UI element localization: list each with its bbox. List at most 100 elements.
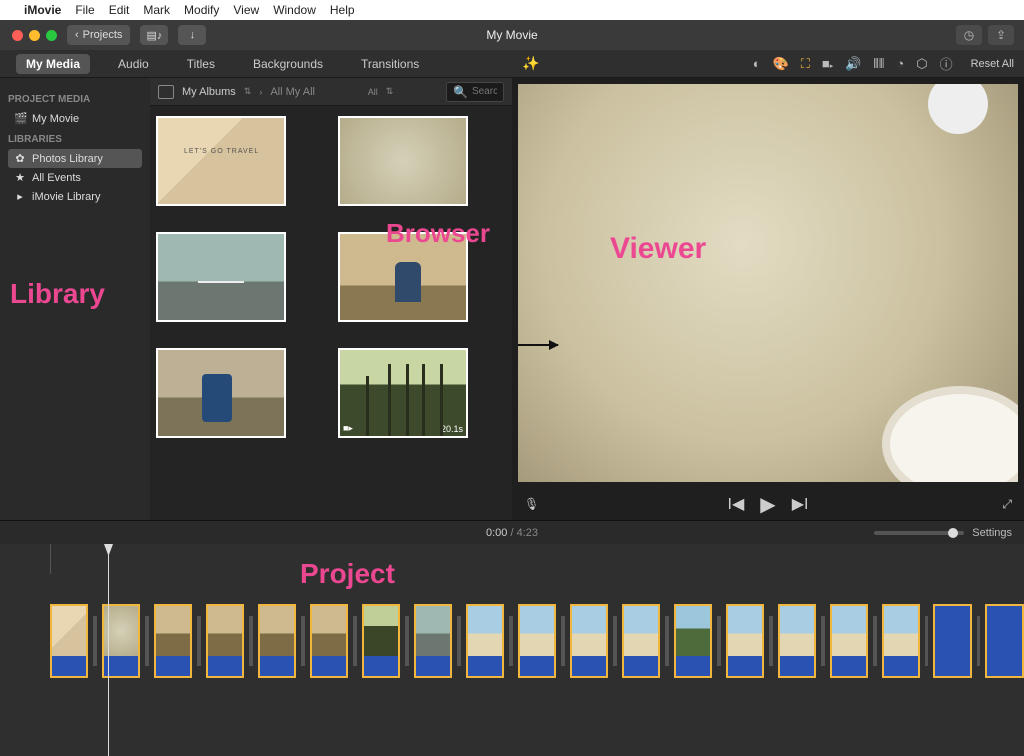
stabilize-icon[interactable]: ⬡ — [916, 56, 927, 72]
back-to-projects-button[interactable]: ‹ Projects — [67, 25, 130, 45]
timeline-clip[interactable] — [882, 604, 920, 678]
clip-gap — [509, 616, 513, 666]
playhead[interactable] — [108, 544, 109, 756]
sidebar-item-photos-library[interactable]: ✿ Photos Library — [8, 149, 142, 168]
tab-audio[interactable]: Audio — [108, 54, 159, 74]
menu-help[interactable]: Help — [330, 3, 355, 17]
browser-clip-travel-poster[interactable] — [156, 116, 286, 206]
color-wheel-icon[interactable]: 🎨 — [773, 56, 789, 72]
tab-my-media[interactable]: My Media — [16, 54, 90, 74]
menu-window[interactable]: Window — [273, 3, 316, 17]
browser-clip-map-photo[interactable] — [338, 116, 468, 206]
sidebar-item-imovie-library[interactable]: ▸ iMovie Library — [8, 187, 142, 206]
browser-clip-trees-video[interactable]: 20.1s ■▸ — [338, 348, 468, 438]
timeline[interactable]: Project — [0, 544, 1024, 756]
window-minimize-button[interactable] — [29, 30, 40, 41]
contrast-icon[interactable]: ◐ — [753, 56, 761, 71]
timeline-clip[interactable] — [50, 604, 88, 678]
theater-button[interactable]: ◷ — [956, 25, 982, 45]
menu-mark[interactable]: Mark — [143, 3, 170, 17]
browser-clip-road-photo[interactable] — [156, 232, 286, 322]
timeline-clip[interactable] — [726, 604, 764, 678]
search-field[interactable]: 🔍 — [446, 82, 504, 102]
clip-duration: 20.1s — [441, 424, 463, 434]
window-close-button[interactable] — [12, 30, 23, 41]
reset-all-button[interactable]: Reset All — [971, 58, 1014, 70]
timeline-clip[interactable] — [985, 604, 1023, 678]
menu-view[interactable]: View — [233, 3, 259, 17]
info-icon[interactable]: ⓘ — [940, 54, 953, 73]
breadcrumb-album[interactable]: My Albums — [182, 86, 236, 98]
timeline-clip[interactable] — [154, 604, 192, 678]
clip-audio — [52, 656, 86, 676]
timeline-clip[interactable] — [933, 604, 971, 678]
timeline-header: 0:00 / 4:23 Settings — [0, 520, 1024, 544]
sidebar-item-label: Photos Library — [32, 153, 103, 165]
updown-icon: ⇅ — [386, 86, 394, 97]
zoom-slider[interactable] — [874, 531, 964, 535]
clip-video — [676, 606, 710, 656]
timeline-clip[interactable] — [830, 604, 868, 678]
play-button[interactable]: ▶ — [760, 492, 775, 517]
speed-icon[interactable]: ◔ — [896, 56, 904, 71]
clip-video — [260, 606, 294, 656]
clip-gap — [717, 616, 721, 666]
tab-transitions[interactable]: Transitions — [351, 54, 429, 74]
prev-frame-button[interactable]: I◀ — [728, 494, 745, 514]
library-toggle-button[interactable]: ▤♪ — [140, 25, 168, 45]
clip-video — [468, 606, 502, 656]
search-input[interactable] — [472, 86, 497, 97]
magic-wand-icon[interactable]: ✨ — [522, 55, 539, 72]
equalizer-icon[interactable]: ⫴⫴ — [873, 56, 884, 72]
video-track[interactable] — [0, 604, 1024, 678]
timeline-clip[interactable] — [466, 604, 504, 678]
breadcrumb-sub[interactable]: All My All — [270, 86, 315, 98]
timeline-clip[interactable] — [778, 604, 816, 678]
clip-audio — [832, 656, 866, 676]
filter-label[interactable]: All — [368, 87, 378, 97]
timeline-clip[interactable] — [362, 604, 400, 678]
tab-titles[interactable]: Titles — [177, 54, 225, 74]
fullscreen-button[interactable]: ⤢ — [1002, 497, 1012, 512]
volume-icon[interactable]: 🔊 — [845, 56, 861, 72]
clip-video — [728, 606, 762, 656]
flower-icon: ✿ — [14, 152, 26, 165]
camera-icon[interactable]: ■▸ — [822, 56, 833, 71]
clip-video — [364, 606, 398, 656]
timeline-clip[interactable] — [674, 604, 712, 678]
list-music-icon: ▤♪ — [146, 29, 162, 42]
app-name[interactable]: iMovie — [24, 3, 61, 17]
next-frame-button[interactable]: ▶I — [792, 494, 809, 514]
viewer[interactable]: Viewer — [518, 84, 1018, 482]
window-maximize-button[interactable] — [46, 30, 57, 41]
sidebar-item-all-events[interactable]: ★ All Events — [8, 168, 142, 187]
download-icon: ↓ — [190, 29, 196, 41]
timeline-clip[interactable] — [414, 604, 452, 678]
menu-modify[interactable]: Modify — [184, 3, 219, 17]
tab-backgrounds[interactable]: Backgrounds — [243, 54, 333, 74]
sidebar-heading-project-media: PROJECT MEDIA — [8, 94, 142, 105]
timeline-clip[interactable] — [258, 604, 296, 678]
voiceover-icon[interactable]: 🎙 — [524, 497, 539, 511]
right-pane: ✨ ◐ 🎨 ⛶ ■▸ 🔊 ⫴⫴ ◔ ⬡ ⓘ Reset All Viewer 🎙… — [512, 50, 1024, 520]
menu-edit[interactable]: Edit — [109, 3, 130, 17]
timeline-clip[interactable] — [518, 604, 556, 678]
menu-file[interactable]: File — [75, 3, 94, 17]
triangle-icon: ▸ — [14, 190, 26, 203]
sidebar-item-project[interactable]: 🎬 My Movie — [8, 109, 142, 128]
timeline-clip[interactable] — [310, 604, 348, 678]
timeline-clip[interactable] — [570, 604, 608, 678]
media-browser: My Albums ⇅ › All My All All ⇅ 🔍 20.1s■▸… — [150, 78, 512, 520]
timeline-clip[interactable] — [622, 604, 660, 678]
crop-icon[interactable]: ⛶ — [801, 56, 810, 72]
clip-gap — [925, 616, 929, 666]
sidebar-toggle-button[interactable] — [158, 85, 174, 99]
clip-audio — [572, 656, 606, 676]
share-button[interactable]: ⇪ — [988, 25, 1014, 45]
video-icon: ■▸ — [343, 423, 353, 434]
clip-video — [832, 606, 866, 656]
browser-clip-tuk2-photo[interactable] — [156, 348, 286, 438]
import-button[interactable]: ↓ — [178, 25, 206, 45]
timeline-clip[interactable] — [206, 604, 244, 678]
timeline-settings-button[interactable]: Settings — [972, 527, 1012, 539]
